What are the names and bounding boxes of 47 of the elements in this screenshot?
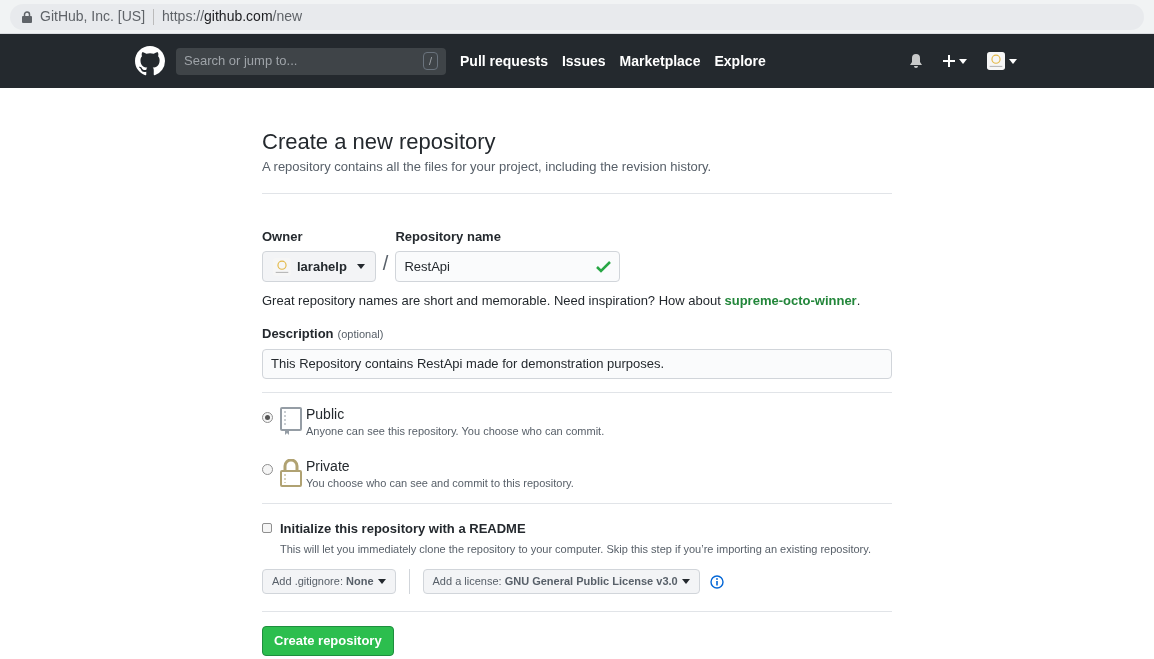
suggestion-link[interactable]: supreme-octo-winner (724, 293, 857, 308)
page-subtitle: A repository contains all the files for your project, including the revision history. (262, 158, 713, 176)
search-field[interactable]: Search or jump to... / (176, 47, 446, 75)
checkbox[interactable] (262, 523, 272, 533)
profile-menu[interactable] (987, 52, 1017, 70)
caret-icon (1009, 58, 1017, 64)
nav-link[interactable]: Marketplace (619, 50, 701, 72)
repo-name-label: Repository name (395, 227, 502, 246)
url-text: https://github.com/new (162, 7, 303, 26)
option-label: Private (306, 457, 351, 475)
readme-detail: This will let you immediately clone the repository to your computer. Skip this step if you’re importing an existing repository. (280, 541, 871, 557)
option-detail: Anyone can see this repository. You choose who can commit. (306, 424, 605, 439)
avatar-icon (987, 52, 1005, 70)
lock-icon (22, 10, 32, 23)
caret-icon (959, 58, 967, 64)
book-icon (280, 407, 302, 435)
address-bar[interactable]: GitHub, Inc. [US] https://github.com/new (0, 0, 1154, 34)
lock-icon (280, 458, 302, 487)
radio-button[interactable] (262, 463, 273, 475)
new-menu[interactable] (943, 55, 967, 67)
shortcut-key: / (422, 52, 438, 70)
caret-icon (681, 579, 690, 584)
radio-button[interactable] (262, 412, 273, 423)
gitignore-dropdown[interactable]: Add .gitignore: None (262, 569, 396, 594)
nav-link[interactable]: Explore (714, 50, 766, 72)
caret-icon (356, 264, 365, 269)
path-separator: / (382, 251, 389, 276)
optional-note: (optional) (337, 326, 384, 342)
readme-label: Initialize this repository with a README (280, 520, 527, 538)
name-hint: Great repository names are short and memorable. Need inspiration? How about supreme-octo-winner. (262, 292, 862, 310)
info-icon[interactable] (709, 574, 724, 589)
nav-link[interactable]: Pull requests (460, 50, 548, 72)
nav-link[interactable]: Issues (561, 50, 606, 72)
repo-name-field[interactable]: RestApi (395, 251, 621, 282)
license-dropdown[interactable]: Add a license: GNU General Public License v3.0 (422, 569, 700, 594)
bell-icon[interactable] (909, 53, 923, 69)
owner-label: Owner (262, 227, 304, 246)
description-label: Description (262, 324, 334, 343)
plus-icon (943, 55, 955, 67)
site-identity: GitHub, Inc. [US] (40, 7, 146, 26)
option-label: Public (306, 406, 346, 423)
option-detail: You choose who can see and commit to this repository. (306, 475, 574, 491)
github-logo-icon[interactable] (135, 46, 165, 76)
page-title: Create a new repository (262, 128, 497, 156)
owner-dropdown[interactable]: larahelp (262, 251, 376, 282)
description-field[interactable]: This Repository contains RestApi made for demonstration purposes. (262, 349, 892, 379)
caret-icon (377, 579, 386, 584)
